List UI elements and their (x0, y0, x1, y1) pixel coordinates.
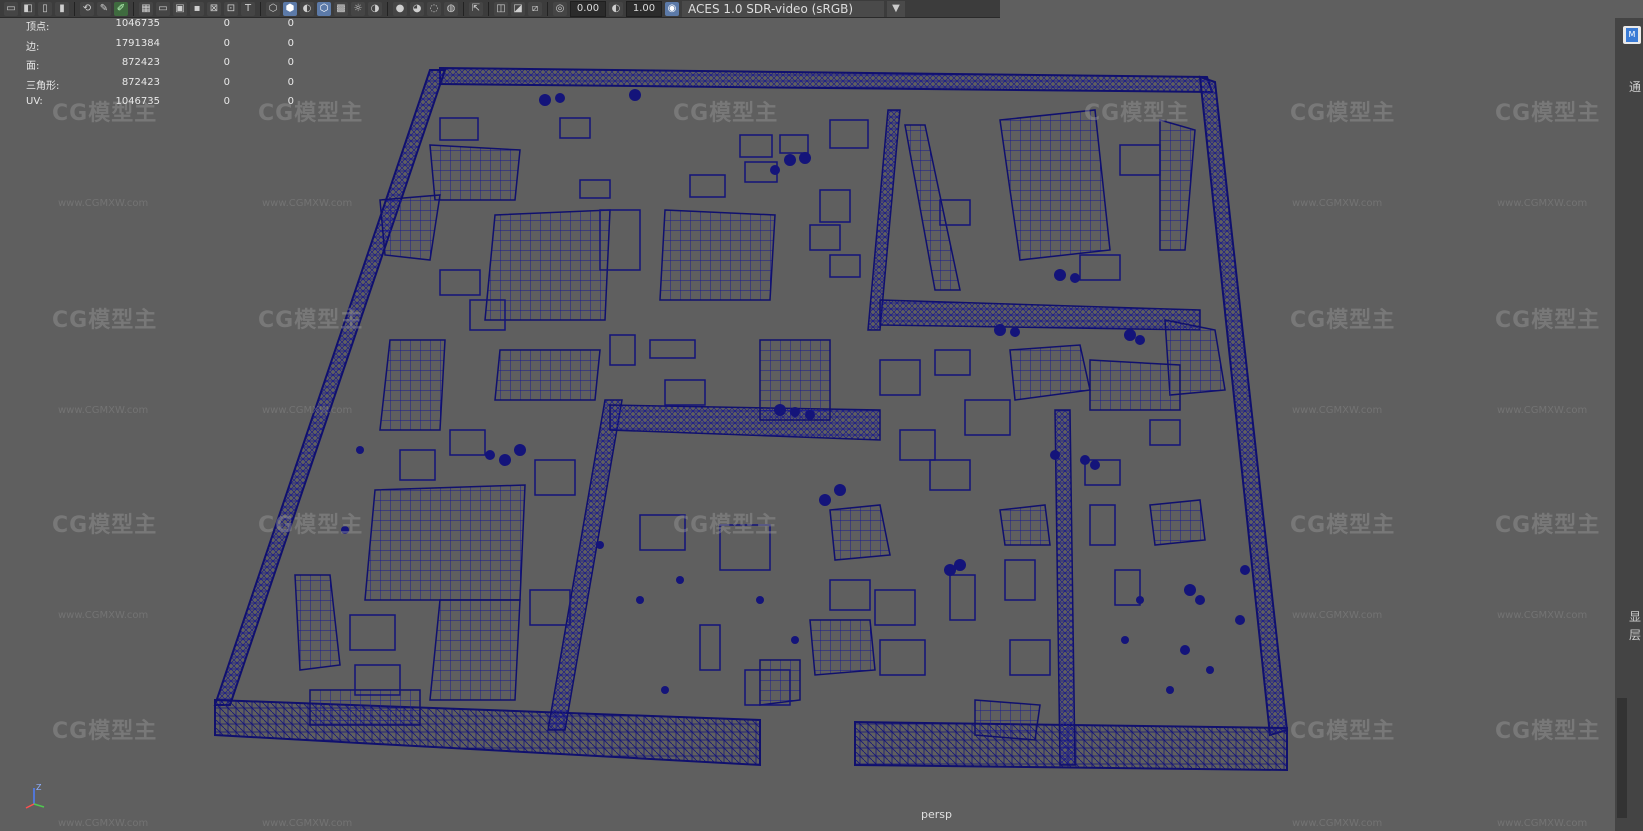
hud-extra: 0 (287, 76, 294, 88)
side-panel-label: 显 (1629, 610, 1642, 624)
watermark-url: www.CGMXW.com (262, 818, 353, 829)
watermark-logo: CG模型主 (673, 101, 779, 126)
hud-extra: 0 (287, 18, 294, 29)
hud-value: 872423 (121, 76, 160, 88)
hud-extra: 0 (287, 57, 294, 68)
watermark-url: www.CGMXW.com (58, 198, 149, 209)
hud-selected: 0 (223, 96, 230, 107)
hud-row-faces: 面: 872423 0 0 (26, 57, 294, 77)
hud-selected: 0 (223, 57, 230, 68)
hud-label: 边: (26, 41, 40, 53)
watermark-logo: CG模型主 (1290, 308, 1396, 333)
hud-selected: 0 (223, 18, 230, 29)
hud-label: 面: (26, 61, 40, 72)
watermark-url: www.CGMXW.com (1497, 818, 1588, 829)
hud-row-uvs: UV: 1046735 0 0 (26, 96, 294, 116)
side-scrollbar[interactable] (1617, 698, 1627, 818)
side-panel-label: 通 (1629, 80, 1642, 94)
hud-extra: 0 (287, 37, 294, 49)
hud-label: 三角形: (26, 80, 60, 92)
watermark-logo: CG模型主 (1290, 101, 1396, 126)
watermark-url: www.CGMXW.com (58, 405, 149, 416)
hud-selected: 0 (223, 76, 230, 88)
watermark-logo: CG模型主 (1290, 719, 1396, 744)
hud-value: 1046735 (115, 96, 160, 107)
hud-selected: 0 (223, 37, 230, 49)
watermark-url: www.CGMXW.com (1292, 198, 1383, 209)
watermark-logo: CG模型主 (52, 513, 158, 538)
maya-icon[interactable]: M (1626, 28, 1638, 42)
watermark-url: www.CGMXW.com (1292, 818, 1383, 829)
hud-label: 顶点: (26, 22, 50, 33)
watermark-logo: CG模型主 (1495, 308, 1601, 333)
watermark-logo: CG模型主 (52, 308, 158, 333)
hud-value: 1046735 (115, 18, 160, 29)
hud-extra: 0 (287, 96, 294, 107)
watermark-logo: CG模型主 (258, 308, 364, 333)
side-panel-label: 层 (1629, 628, 1642, 642)
watermark-url: www.CGMXW.com (262, 405, 353, 416)
attribute-side-panel: M 通 显 层 (1615, 18, 1643, 831)
watermark-logo: CG模型主 (258, 513, 364, 538)
hud-value: 1791384 (115, 37, 160, 49)
poly-count-hud: 顶点: 1046735 0 0 边: 1791384 0 0 面: 872423… (26, 18, 294, 116)
watermark-url: www.CGMXW.com (1497, 610, 1588, 621)
hud-row-triangles: 三角形: 872423 0 0 (26, 76, 294, 97)
watermark-logo: CG模型主 (1084, 101, 1190, 126)
watermark-url: www.CGMXW.com (1292, 610, 1383, 621)
watermark-url: www.CGMXW.com (1497, 198, 1588, 209)
hud-label: UV: (26, 96, 43, 107)
watermark-logo: CG模型主 (1495, 101, 1601, 126)
hud-value: 872423 (121, 57, 160, 68)
watermark-logo: CG模型主 (1495, 719, 1601, 744)
watermark-logo: CG模型主 (1290, 513, 1396, 538)
watermark-url: www.CGMXW.com (58, 818, 149, 829)
watermark-url: www.CGMXW.com (58, 610, 149, 621)
hud-row-edges: 边: 1791384 0 0 (26, 37, 294, 58)
watermark-logo: CG模型主 (673, 513, 779, 538)
watermark-url: www.CGMXW.com (1497, 405, 1588, 416)
watermark-logo: CG模型主 (52, 719, 158, 744)
watermark-url: www.CGMXW.com (1292, 405, 1383, 416)
axis-z-label: Z (36, 783, 42, 792)
camera-name-label: persp (921, 808, 952, 821)
axis-gizmo-icon: Z (25, 783, 45, 809)
watermark-logo: CG模型主 (1495, 513, 1601, 538)
hud-row-vertices: 顶点: 1046735 0 0 (26, 18, 294, 38)
watermark-url: www.CGMXW.com (262, 198, 353, 209)
